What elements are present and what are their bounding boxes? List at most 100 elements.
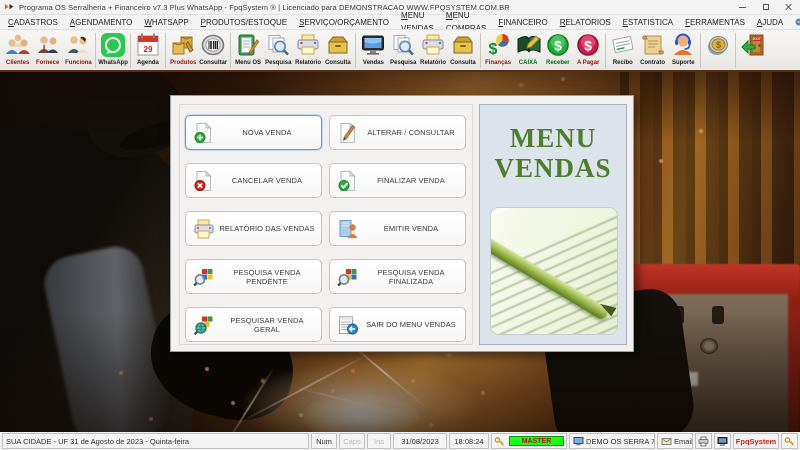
user-name: MASTER (521, 437, 552, 445)
keys-icon (784, 436, 794, 446)
toolbar-separator (605, 33, 606, 68)
system-name: DEMO OS SERRA 7.3 (586, 436, 655, 446)
menu-ajuda[interactable]: AJUDA (751, 16, 789, 29)
toolbar-label: Finanças (485, 59, 511, 66)
edit-sale-icon (340, 121, 356, 143)
pesquisa-venda-finalizada-button[interactable]: PESQUISA VENDA FINALIZADA (329, 259, 466, 294)
pesquisar-venda-geral-button[interactable]: PESQUISAR VENDA GERAL (185, 307, 322, 342)
status-insert: Ins (367, 433, 391, 449)
menu-agendamento[interactable]: AGENDAMENTO (64, 16, 139, 29)
sair-menu-vendas-button[interactable]: SAIR DO MENU VENDAS (329, 307, 466, 342)
menu-bar: CADASTROS AGENDAMENTO WHATSAPP PRODUTOS/… (0, 11, 800, 33)
menu-relatorios[interactable]: RELATÓRIOS (554, 16, 617, 29)
toolbar-agenda-button[interactable]: 29 Agenda (133, 31, 163, 70)
toolbar-recibo-button[interactable]: Recibo (608, 31, 638, 70)
monitor-icon (717, 436, 728, 446)
toolbar-receber-button[interactable]: $ Receber (543, 31, 573, 70)
button-label: SAIR DO MENU VENDAS (366, 320, 456, 329)
status-system: DEMO OS SERRA 7.3 (569, 433, 655, 449)
nova-venda-button[interactable]: NOVA VENDA (185, 115, 322, 150)
toolbar-caixa-button[interactable]: CAIXA (513, 31, 543, 70)
toolbar-menu-os-button[interactable]: Menu OS (233, 31, 263, 70)
status-user: MASTER (491, 433, 567, 449)
toolbar-separator (735, 33, 736, 68)
menu-estatistica[interactable]: ESTATISTICA (617, 16, 679, 29)
toolbar-a-pagar-button[interactable]: $ A Pagar (573, 31, 603, 70)
minimize-button[interactable] (731, 0, 754, 14)
toolbar-separator (700, 33, 701, 68)
cancelar-venda-button[interactable]: CANCELAR VENDA (185, 163, 322, 198)
toolbar: Clientes Fornece Funciona WhatsApp 29 Ag… (0, 29, 800, 72)
receipt-icon (612, 35, 634, 54)
menu-cadastros[interactable]: CADASTROS (2, 16, 64, 29)
cash-book-icon (517, 35, 541, 53)
toolbar-label: WhatsApp (98, 59, 128, 66)
menu-ferramentas[interactable]: FERRAMENTAS (679, 16, 751, 29)
toolbar-consultar-button[interactable]: Consultar (198, 31, 228, 70)
toolbar-fornece-button[interactable]: Fornece (33, 31, 63, 70)
button-label: PESQUISA VENDA PENDENTE (233, 267, 301, 286)
svg-text:$: $ (716, 40, 721, 50)
drawer-icon (327, 36, 349, 54)
relatorio-das-vendas-button[interactable]: RELATÓRIO DAS VENDAS (185, 211, 322, 246)
toolbar-vendas-button[interactable]: Vendas (358, 31, 388, 70)
maximize-button[interactable] (754, 0, 777, 14)
toolbar-label: Clientes (6, 59, 30, 66)
pesquisa-venda-pendente-button[interactable]: PESQUISA VENDA PENDENTE (185, 259, 322, 294)
toolbar-clientes-button[interactable]: Clientes (3, 31, 33, 70)
toolbar-moeda-button[interactable]: $ (703, 31, 733, 70)
email-globe-icon (795, 18, 800, 26)
capslock-text: Caps (343, 436, 361, 446)
toolbar-whatsapp-button[interactable]: WhatsApp (98, 31, 128, 70)
status-keys (781, 433, 798, 449)
exit-menu-icon (339, 315, 358, 334)
button-label: EMITIR VENDA (383, 224, 439, 233)
toolbar-separator (165, 33, 166, 68)
toolbar-label: Recibo (613, 59, 633, 66)
alterar-consultar-button[interactable]: ALTERAR / CONSULTAR (329, 115, 466, 150)
toolbar-label: Funciona (64, 59, 92, 66)
finance-pie-icon: $ (489, 34, 509, 58)
button-label: ALTERAR / CONSULTAR (367, 128, 455, 137)
toolbar-pesquisa-os-button[interactable]: Pesquisa (263, 31, 293, 70)
toolbar-label: Vendas (362, 59, 384, 66)
finalizar-venda-button[interactable]: FINALIZAR VENDA (329, 163, 466, 198)
status-monitor[interactable] (714, 433, 731, 449)
toolbar-sair-button[interactable]: EXIT (738, 31, 768, 70)
toolbar-relatorio-vendas-button[interactable]: Relatório (418, 31, 448, 70)
toolbar-produtos-button[interactable]: Produtos (168, 31, 198, 70)
toolbar-contrato-button[interactable]: Contrato (638, 31, 668, 70)
new-sale-icon (194, 121, 212, 143)
toolbar-label: Receber (546, 59, 570, 66)
computer-icon (573, 436, 584, 445)
button-label: RELATÓRIO DAS VENDAS (219, 224, 315, 233)
barcode-lens-icon (201, 34, 225, 56)
keys-icon (494, 436, 504, 446)
toolbar-pesquisa-vendas-button[interactable]: Pesquisa (388, 31, 418, 70)
toolbar-financas-button[interactable]: $ Finanças (483, 31, 513, 70)
toolbar-relatorio-os-button[interactable]: Relatório (293, 31, 323, 70)
brand-text: FpqSystem (735, 436, 777, 446)
toolbar-separator (480, 33, 481, 68)
toolbar-suporte-button[interactable]: Suporte (668, 31, 698, 70)
menu-produtos-estoque[interactable]: PRODUTOS/ESTOQUE (195, 16, 293, 29)
menu-whatsapp[interactable]: WHATSAPP (138, 16, 194, 29)
toolbar-funciona-button[interactable]: Funciona (63, 31, 93, 70)
status-bar: SUA CIDADE - UF 31 de Agosto de 2023 - Q… (0, 432, 800, 450)
menu-servico-orcamento[interactable]: SERVIÇO/ORÇAMENTO (293, 16, 395, 29)
clients-people-icon (6, 34, 30, 54)
issue-sale-icon (339, 219, 358, 238)
status-printer[interactable] (695, 433, 712, 449)
whatsapp-icon (101, 33, 125, 57)
toolbar-consulta-os-button[interactable]: Consulta (323, 31, 353, 70)
exit-door-icon: EXIT (741, 34, 764, 56)
employees-people-icon (68, 36, 88, 53)
button-label: CANCELAR VENDA (231, 176, 303, 185)
status-email[interactable]: Email (657, 433, 693, 449)
time-text: 18:08:24 (454, 436, 484, 446)
support-headset-icon (674, 33, 692, 55)
emitir-venda-button[interactable]: EMITIR VENDA (329, 211, 466, 246)
menu-financeiro[interactable]: FINANCEIRO (492, 16, 553, 29)
toolbar-label: A Pagar (576, 59, 600, 66)
toolbar-consulta-vendas-button[interactable]: Consulta (448, 31, 478, 70)
